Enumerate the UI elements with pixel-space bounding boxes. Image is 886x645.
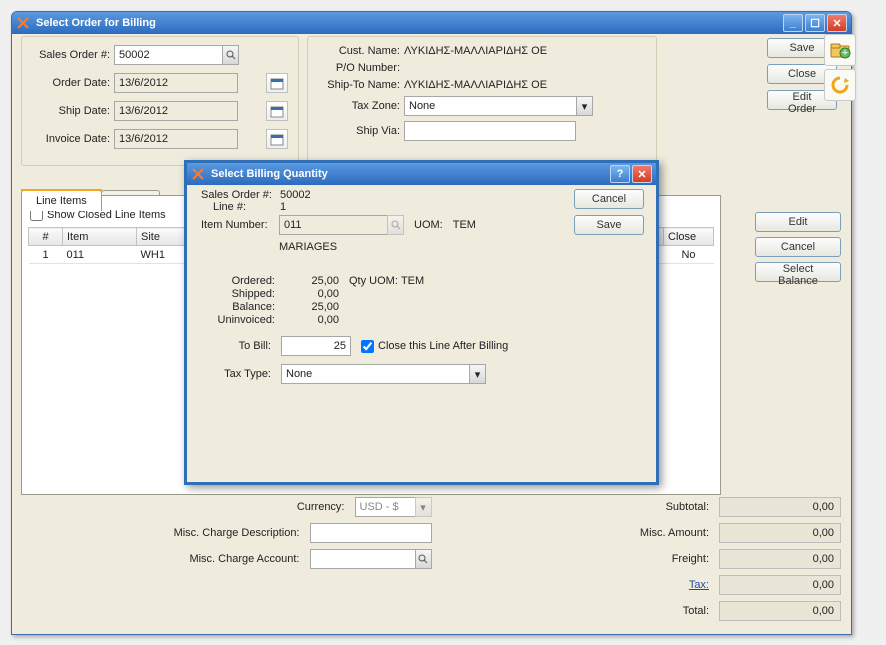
ship-to-value: ΛΥΚΙΔΗΣ-ΜΑΛΛΙΑΡΙΔΗΣ ΟΕ — [404, 79, 646, 91]
customer-frame: Cust. Name: ΛΥΚΙΔΗΣ-ΜΑΛΛΙΑΡΙΔΗΣ ΟΕ P/O N… — [307, 36, 657, 166]
maximize-button[interactable]: ☐ — [805, 14, 825, 32]
dlg-shipped-label: Shipped: — [201, 288, 279, 300]
cust-name-value: ΛΥΚΙΔΗΣ-ΜΑΛΛΙΑΡΙΔΗΣ ΟΕ — [404, 45, 646, 57]
dlg-uom-label: UOM: — [414, 219, 443, 231]
dialog-app-icon — [191, 167, 205, 181]
dlg-sales-order-label: Sales Order #: — [201, 189, 276, 201]
dlg-uninvoiced-value: 0,00 — [279, 314, 339, 326]
dialog-title: Select Billing Quantity — [211, 168, 328, 180]
dlg-tax-type-dropdown-icon[interactable]: ▾ — [469, 364, 486, 384]
ship-via-label: Ship Via: — [318, 125, 404, 137]
dlg-uninvoiced-label: Uninvoiced: — [201, 314, 279, 326]
dialog-close-button[interactable]: ✕ — [632, 165, 652, 183]
grid-actions: Edit Cancel Select Balance — [755, 212, 841, 282]
order-date-calendar-icon[interactable] — [266, 73, 288, 93]
totals-area: Currency: ▾ Subtotal: Misc. Charge Descr… — [22, 496, 841, 622]
dlg-balance-label: Balance: — [201, 301, 279, 313]
invoice-date-label: Invoice Date: — [32, 133, 114, 145]
dialog-cancel-button[interactable]: Cancel — [574, 189, 644, 209]
total-label: Total: — [683, 605, 713, 617]
tax-zone-dropdown-icon[interactable]: ▾ — [576, 96, 593, 116]
misc-desc-label: Misc. Charge Description: — [174, 527, 304, 539]
misc-desc-input[interactable] — [310, 523, 432, 543]
dlg-ordered-label: Ordered: — [201, 275, 279, 287]
cancel-button[interactable]: Cancel — [755, 237, 841, 257]
freight-value — [719, 549, 841, 569]
misc-amount-label: Misc. Amount: — [640, 527, 713, 539]
dlg-item-lookup-icon — [387, 215, 404, 235]
edit-button[interactable]: Edit — [755, 212, 841, 232]
dialog-titlebar: Select Billing Quantity ? ✕ — [187, 163, 656, 185]
dlg-to-bill-input[interactable] — [281, 336, 351, 356]
misc-acct-label: Misc. Charge Account: — [189, 553, 303, 565]
ship-date-label: Ship Date: — [32, 105, 114, 117]
dlg-balance-value: 25,00 — [279, 301, 339, 313]
invoice-date-input[interactable] — [114, 129, 238, 149]
sales-order-input-wrap — [114, 45, 264, 65]
dlg-uom-value: TEM — [453, 219, 476, 231]
sales-order-lookup-icon[interactable] — [222, 45, 239, 65]
window-close-button[interactable]: ✕ — [827, 14, 847, 32]
misc-acct-input[interactable] — [310, 549, 415, 569]
dialog-save-button[interactable]: Save — [574, 215, 644, 235]
app-icon — [16, 16, 30, 30]
dlg-item-desc: MARIAGES — [279, 241, 646, 253]
dlg-close-line-checkbox[interactable]: Close this Line After Billing — [361, 340, 508, 353]
misc-amount-value — [719, 523, 841, 543]
tax-value — [719, 575, 841, 595]
select-billing-qty-dialog: Select Billing Quantity ? ✕ Cancel Save … — [184, 160, 659, 485]
external-toolbar: + — [824, 34, 856, 101]
subtotal-value — [719, 497, 841, 517]
dlg-to-bill-label: To Bill: — [201, 340, 275, 352]
dlg-qty-uom-label: Qty UOM: — [349, 275, 398, 287]
cust-name-label: Cust. Name: — [318, 45, 404, 57]
subtotal-label: Subtotal: — [666, 501, 713, 513]
window-title: Select Order for Billing — [36, 17, 156, 29]
ship-via-input[interactable] — [404, 121, 576, 141]
freight-label: Freight: — [672, 553, 713, 565]
invoice-date-calendar-icon[interactable] — [266, 129, 288, 149]
dlg-tax-type-label: Tax Type: — [201, 368, 275, 380]
refresh-icon[interactable] — [824, 69, 856, 101]
dlg-tax-type-select[interactable] — [281, 364, 469, 384]
dialog-help-button[interactable]: ? — [610, 165, 630, 183]
svg-text:+: + — [842, 47, 848, 59]
ship-date-input[interactable] — [114, 101, 238, 121]
dlg-item-number-input[interactable] — [279, 215, 387, 235]
currency-dropdown-icon: ▾ — [415, 497, 432, 517]
tax-zone-select[interactable] — [404, 96, 576, 116]
select-balance-button[interactable]: Select Balance — [755, 262, 841, 282]
order-date-input[interactable] — [114, 73, 238, 93]
tax-link[interactable]: Tax: — [689, 579, 713, 591]
col-close[interactable]: Close — [664, 228, 714, 246]
currency-label: Currency: — [297, 501, 349, 513]
dlg-item-number-label: Item Number: — [201, 219, 275, 231]
folder-icon[interactable]: + — [824, 34, 856, 66]
ship-to-label: Ship-To Name: — [318, 79, 404, 91]
order-date-label: Order Date: — [32, 77, 114, 89]
sales-order-label: Sales Order #: — [32, 49, 114, 61]
order-dates-frame: Sales Order #: Order Date: Ship Date: In… — [21, 36, 299, 166]
ship-date-calendar-icon[interactable] — [266, 101, 288, 121]
col-num[interactable]: # — [29, 228, 63, 246]
misc-acct-lookup-icon[interactable] — [415, 549, 432, 569]
window-titlebar: Select Order for Billing _ ☐ ✕ — [12, 12, 851, 34]
currency-select[interactable] — [355, 497, 415, 517]
total-value — [719, 601, 841, 621]
dlg-close-line-input[interactable] — [361, 340, 374, 353]
col-item[interactable]: Item — [63, 228, 137, 246]
tab-line-items[interactable]: Line Items — [21, 190, 102, 211]
tax-zone-label: Tax Zone: — [318, 100, 404, 112]
dlg-line-label: Line #: — [201, 201, 276, 213]
minimize-button[interactable]: _ — [783, 14, 803, 32]
dlg-shipped-value: 0,00 — [279, 288, 339, 300]
po-number-label: P/O Number: — [318, 62, 404, 74]
dlg-ordered-value: 25,00 — [279, 275, 339, 287]
dlg-qty-uom-value: TEM — [401, 275, 424, 287]
sales-order-input[interactable] — [114, 45, 222, 65]
